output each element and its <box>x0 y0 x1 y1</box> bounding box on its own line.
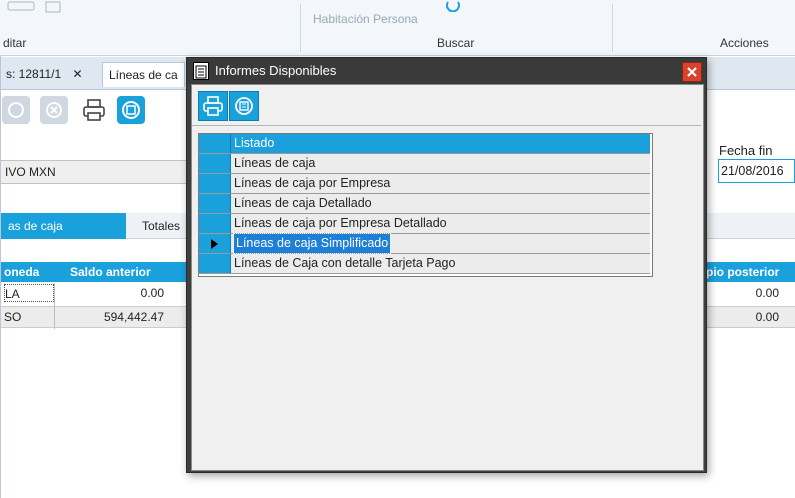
cell-currency: LA <box>4 284 54 302</box>
list-item[interactable]: Líneas de caja Detallado <box>199 194 650 214</box>
reports-dialog: Informes Disponibles Listado Líneas de c… <box>186 57 707 473</box>
dialog-body: Listado Líneas de caja Líneas de caja po… <box>191 84 704 471</box>
cell-currency: SO <box>4 310 22 324</box>
list-item-label: Líneas de caja por Empresa Detallado <box>234 216 447 230</box>
tab-cash-register[interactable]: s: 12811/1 ✕ <box>0 62 89 86</box>
column-posterior-balance[interactable]: pio posterior <box>706 262 779 282</box>
column-currency[interactable]: oneda <box>4 262 39 282</box>
tab-label: Líneas de ca <box>109 68 178 82</box>
ribbon: Habitación Persona ditar Buscar Acciones <box>0 0 795 56</box>
grid-divider <box>54 283 55 329</box>
cell-posterior-balance: 0.00 <box>755 310 779 324</box>
list-item-selected[interactable]: Líneas de caja Simplificado <box>199 233 650 254</box>
list-item-label: Líneas de caja por Empresa <box>234 176 391 190</box>
save-icon[interactable] <box>2 96 30 124</box>
close-icon <box>687 67 697 77</box>
tab-label: s: 12811/1 <box>6 67 62 81</box>
fecha-fin-label: Fecha fin <box>719 143 773 158</box>
dialog-titlebar[interactable]: Informes Disponibles <box>187 58 706 84</box>
list-header-label: Listado <box>234 136 275 150</box>
ribbon-edit-icons[interactable] <box>6 0 66 14</box>
row-indicator <box>199 194 231 213</box>
cell-posterior-balance: 0.00 <box>755 286 779 300</box>
currency-field[interactable]: IVO MXN <box>0 160 190 184</box>
cell-previous-balance: 0.00 <box>140 286 164 300</box>
report-icon <box>193 62 209 80</box>
preview-icon <box>235 97 253 115</box>
row-indicator <box>199 134 231 153</box>
list-item[interactable]: Líneas de caja por Empresa Detallado <box>199 214 650 234</box>
preview-report-button[interactable] <box>229 91 259 121</box>
cell-previous-balance: 594,442.47 <box>103 310 164 324</box>
search-icon[interactable] <box>446 0 470 15</box>
row-indicator <box>199 154 231 173</box>
close-dialog-button[interactable] <box>682 62 702 82</box>
dialog-title: Informes Disponibles <box>215 63 337 78</box>
row-indicator <box>199 174 231 193</box>
subtab-cash-lines[interactable]: as de caja <box>0 213 126 239</box>
close-tab-icon[interactable]: ✕ <box>73 67 83 81</box>
list-item[interactable]: Líneas de caja por Empresa <box>199 174 650 194</box>
ribbon-group-search: Buscar <box>437 36 475 50</box>
list-item-label: Líneas de caja Simplificado <box>232 233 392 254</box>
print-report-button[interactable] <box>198 91 228 121</box>
fecha-fin-input[interactable]: 21/08/2016 <box>718 159 795 183</box>
list-item[interactable]: Líneas de Caja con detalle Tarjeta Pago <box>199 254 650 274</box>
left-border <box>0 56 1 498</box>
subtab-totals[interactable]: Totales <box>134 213 188 239</box>
column-previous-balance[interactable]: Saldo anterior <box>70 262 151 282</box>
ribbon-separator <box>300 4 301 52</box>
list-item[interactable]: Líneas de caja <box>199 154 650 174</box>
tab-cash-lines[interactable]: Líneas de ca <box>102 62 185 87</box>
print-icon <box>203 96 223 116</box>
dialog-toolbar <box>192 85 701 126</box>
ribbon-separator <box>612 4 613 52</box>
list-item-label: Líneas de caja Detallado <box>234 196 372 210</box>
row-indicator <box>199 214 231 233</box>
cancel-icon[interactable] <box>40 96 68 124</box>
list-header: Listado <box>199 134 650 154</box>
current-row-arrow-icon <box>211 239 218 249</box>
row-indicator <box>199 254 231 273</box>
export-icon[interactable] <box>117 96 145 124</box>
print-icon[interactable] <box>80 96 108 124</box>
ribbon-group-edit: ditar <box>3 36 27 50</box>
report-list: Listado Líneas de caja Líneas de caja po… <box>198 133 653 277</box>
list-item-label: Líneas de Caja con detalle Tarjeta Pago <box>234 256 456 270</box>
row-indicator <box>199 234 231 253</box>
list-item-label: Líneas de caja <box>234 156 316 170</box>
ribbon-group-actions: Acciones <box>720 36 769 50</box>
ribbon-search-hint: Habitación Persona <box>313 12 418 26</box>
